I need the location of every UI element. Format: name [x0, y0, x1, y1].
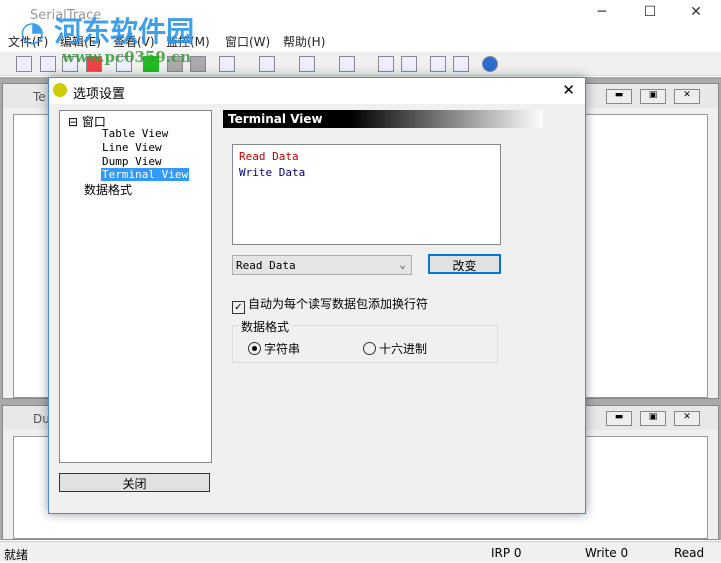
dialog-title: 选项设置: [73, 87, 126, 102]
change-button[interactable]: 改变: [428, 254, 501, 274]
child-minimize-button[interactable]: ▬: [606, 89, 632, 104]
dump-view-icon[interactable]: [299, 56, 315, 72]
table-view-icon[interactable]: [219, 56, 235, 72]
tree-item-line-view[interactable]: Line View: [102, 141, 162, 154]
find-icon[interactable]: [430, 56, 446, 72]
auto-newline-checkbox[interactable]: ✓ 自动为每个读写数据包添加换行符: [232, 295, 428, 314]
chevron-down-icon: ⌄: [399, 258, 406, 271]
find-next-icon[interactable]: [453, 56, 469, 72]
menu-window[interactable]: 窗口(W): [225, 33, 270, 50]
format-group: 数据格式 字符串 十六进制: [232, 318, 498, 363]
radio-icon: [248, 342, 261, 355]
app-title: SerialTrace: [30, 8, 102, 23]
data-type-select[interactable]: Read Data ⌄: [232, 255, 412, 275]
status-write: Write 0: [585, 546, 629, 560]
dialog-title-bar: 选项设置 ✕: [49, 78, 585, 104]
child-restore-button[interactable]: ▣: [640, 411, 666, 426]
maximize-button[interactable]: ☐: [630, 4, 670, 26]
preview-write: Write Data: [239, 166, 306, 179]
radio-icon: [363, 342, 376, 355]
menu-help[interactable]: 帮助(H): [283, 33, 325, 50]
status-bar: 就绪 IRP 0 Write 0 Read: [0, 541, 721, 562]
radio-string[interactable]: 字符串: [248, 340, 300, 357]
title-bar: SerialTrace ─ ☐ ✕: [0, 0, 721, 30]
close-dialog-button[interactable]: 关闭: [59, 473, 210, 492]
checkbox-icon: ✓: [232, 301, 245, 314]
clear-filter-icon[interactable]: [401, 56, 417, 72]
child-restore-button[interactable]: ▣: [640, 89, 666, 104]
tree-item-table-view[interactable]: Table View: [102, 127, 168, 140]
new-icon[interactable]: [16, 56, 32, 72]
preview-read: Read Data: [239, 150, 299, 163]
color-preview: Read Data Write Data: [232, 144, 501, 245]
app-icon: [53, 83, 67, 97]
filter-icon[interactable]: [378, 56, 394, 72]
help-icon[interactable]: [482, 56, 498, 72]
options-tree: ⊟ 窗口 Table View Line View Dump View Term…: [59, 110, 212, 463]
status-read: Read: [674, 546, 705, 560]
group-label: 数据格式: [239, 318, 292, 335]
child-close-button[interactable]: ✕: [674, 89, 700, 104]
child-minimize-button[interactable]: ▬: [606, 411, 632, 426]
tree-node-data-format[interactable]: 数据格式: [84, 181, 132, 198]
watermark-url: www.pc0359.cn: [62, 48, 192, 66]
line-view-icon[interactable]: [259, 56, 275, 72]
child-close-button[interactable]: ✕: [674, 411, 700, 426]
menu-file[interactable]: 文件(F): [8, 33, 48, 50]
dialog-close-icon[interactable]: ✕: [562, 81, 575, 99]
options-dialog: 选项设置 ✕ ⊟ 窗口 Table View Line View Dump Vi…: [48, 77, 586, 514]
radio-hex[interactable]: 十六进制: [363, 340, 427, 357]
tree-item-dump-view[interactable]: Dump View: [102, 155, 162, 168]
status-irp: IRP 0: [491, 546, 522, 560]
select-value: Read Data: [236, 259, 296, 272]
checkbox-label: 自动为每个读写数据包添加换行符: [248, 297, 429, 311]
tree-node-window[interactable]: ⊟ 窗口: [68, 113, 106, 130]
status-ready: 就绪: [4, 548, 29, 562]
open-icon[interactable]: [40, 56, 56, 72]
close-button[interactable]: ✕: [676, 4, 716, 26]
tree-item-terminal-view[interactable]: Terminal View: [101, 168, 190, 181]
terminal-view-icon[interactable]: [339, 56, 355, 72]
stop-icon[interactable]: [190, 56, 206, 72]
minimize-button[interactable]: ─: [582, 4, 622, 26]
section-header: Terminal View: [223, 110, 543, 128]
